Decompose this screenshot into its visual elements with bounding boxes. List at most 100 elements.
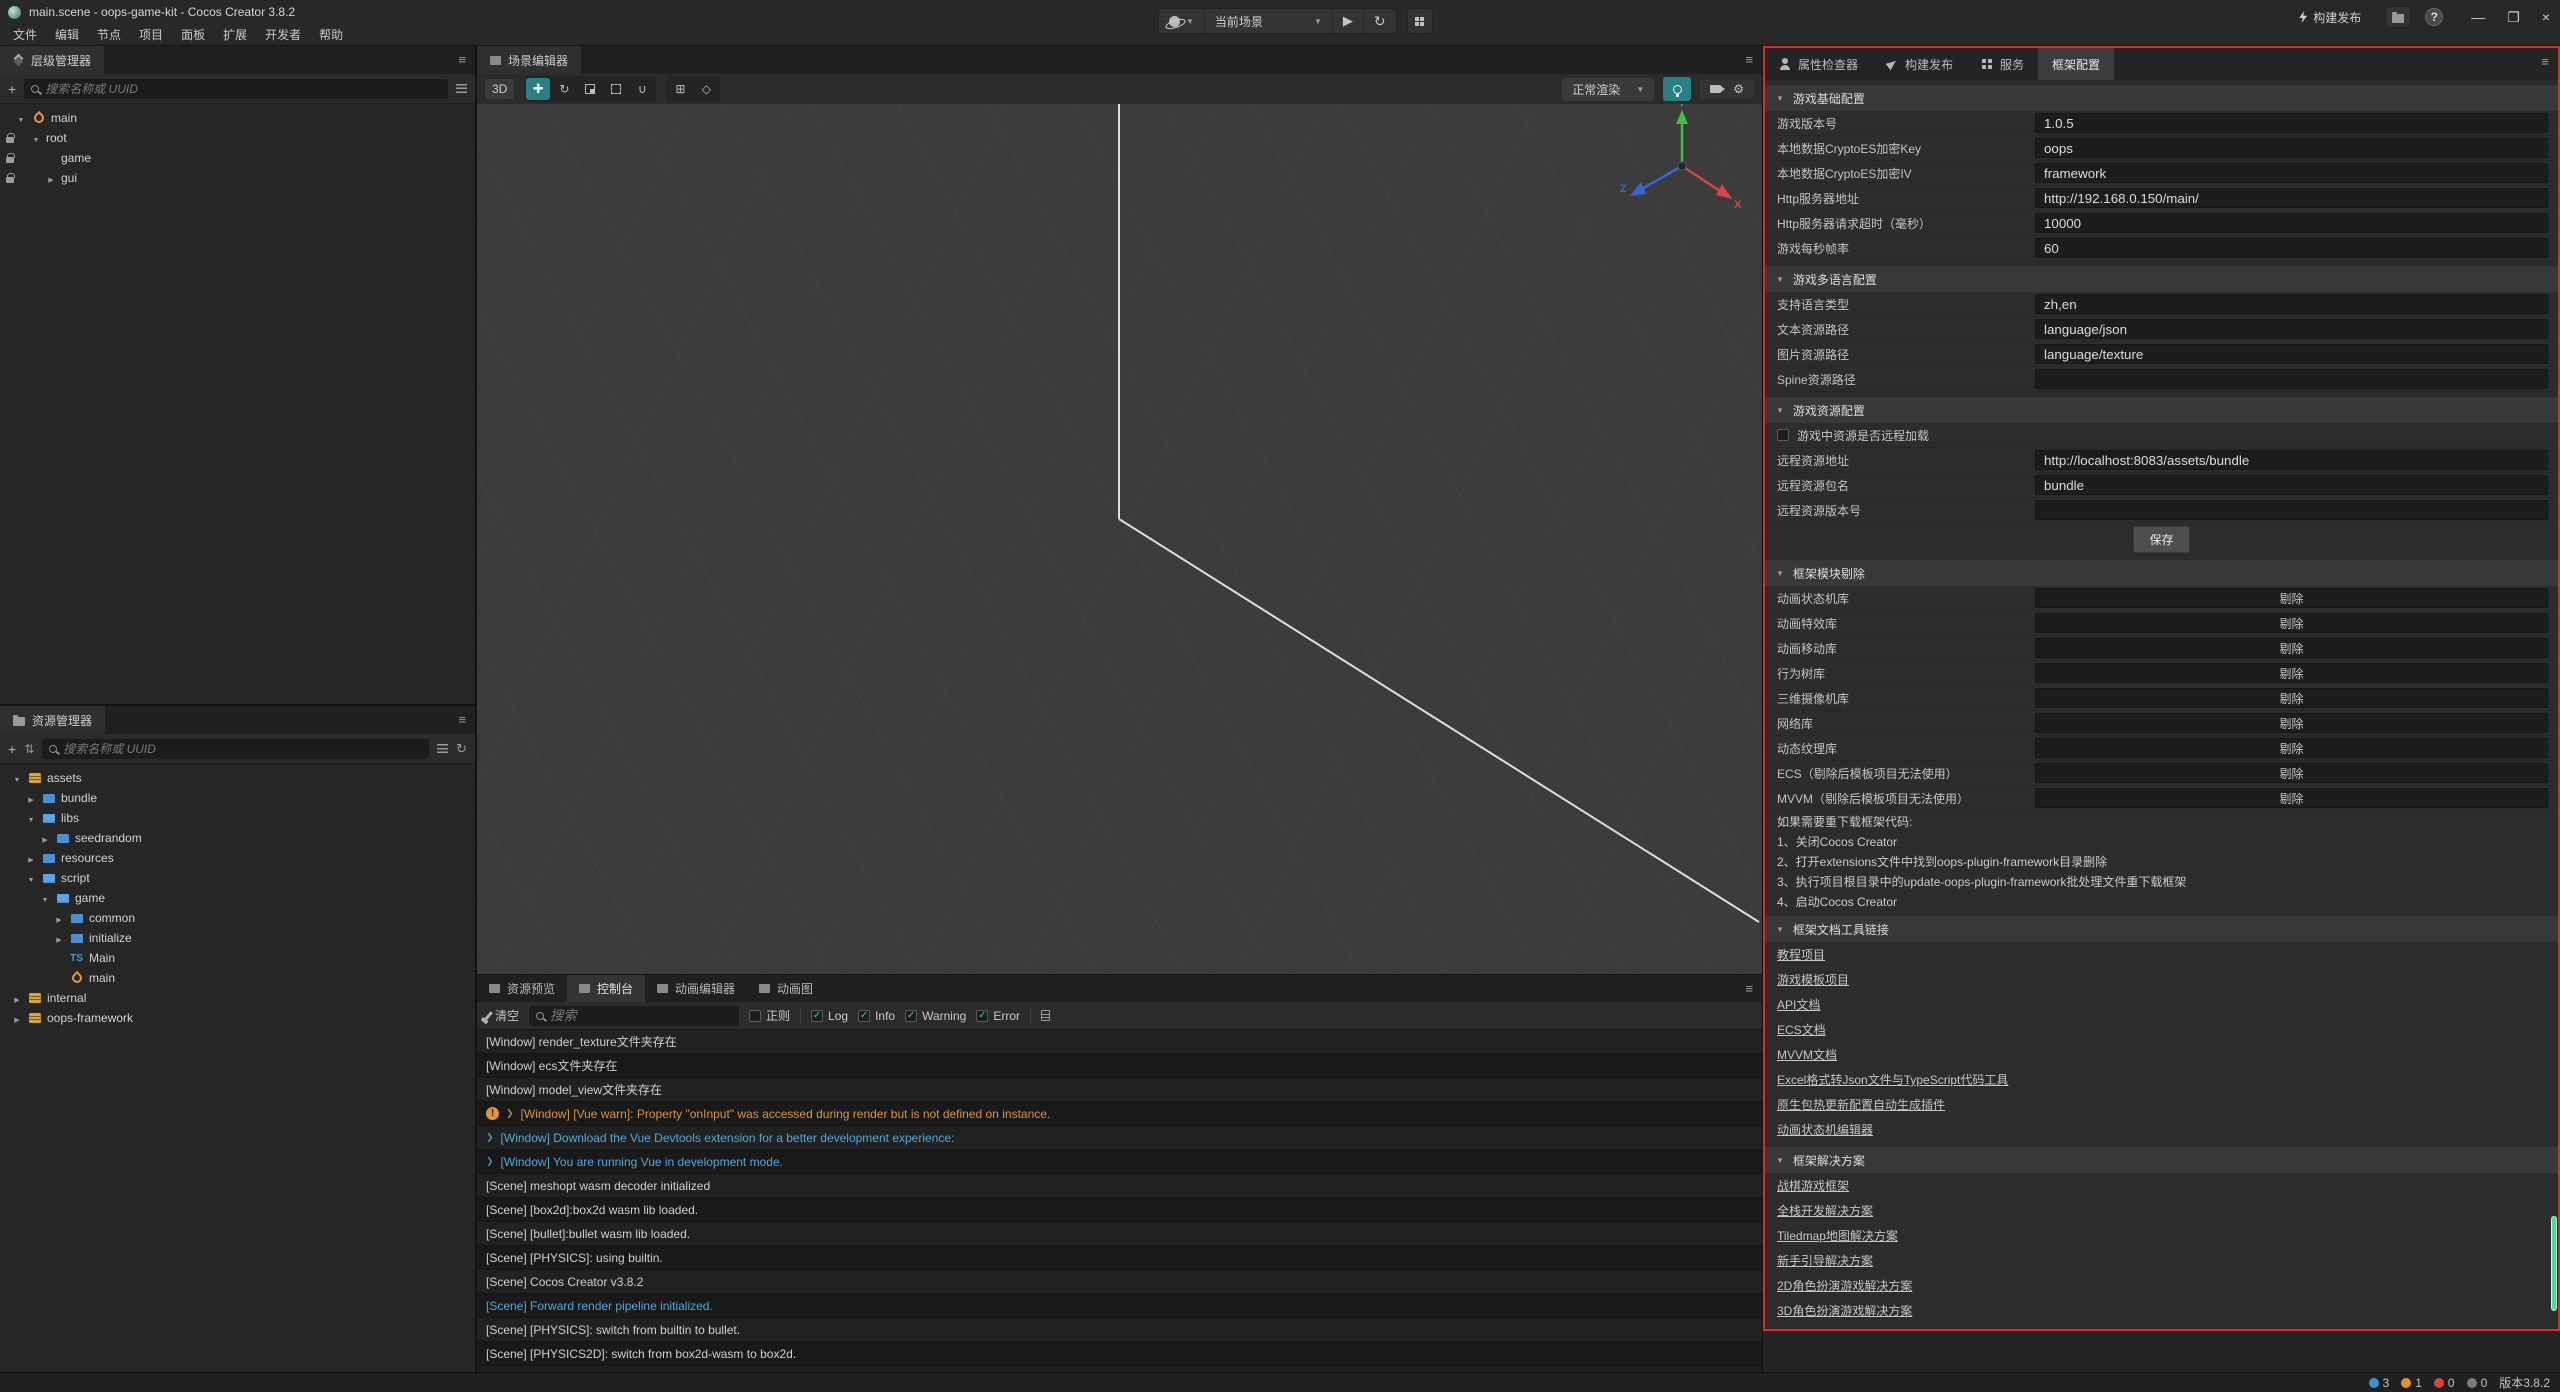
expand-chevron-icon[interactable]: [26, 791, 36, 805]
log-row[interactable]: ! ❯ [Window] Download the Vue Devtools e…: [477, 1126, 1762, 1150]
asset-node-row[interactable]: seedrandom: [0, 828, 475, 848]
build-publish-button[interactable]: 构建发布: [2289, 5, 2371, 30]
remove-module-button[interactable]: 剔除: [2035, 788, 2548, 808]
menu-item[interactable]: 扩展: [214, 24, 256, 45]
section-header-solutions[interactable]: ▼ 框架解决方案: [1765, 1147, 2558, 1173]
console-log-area[interactable]: ! ❯ [Window] render_texture文件夹存在 ! ❯ [Wi…: [477, 1030, 1762, 1372]
asset-node-row[interactable]: assets: [0, 768, 475, 788]
asset-node-row[interactable]: game: [0, 888, 475, 908]
remove-module-button[interactable]: 剔除: [2035, 638, 2548, 658]
lock-icon[interactable]: [6, 177, 14, 183]
view-gizmo[interactable]: Y X Z: [1620, 104, 1742, 211]
open-project-folder-button[interactable]: [2385, 6, 2411, 28]
info-count-badge[interactable]: 3: [2369, 1376, 2390, 1390]
field-input[interactable]: [2035, 344, 2548, 364]
remote-load-checkbox[interactable]: [1777, 429, 1789, 441]
expand-chevron-icon[interactable]: [26, 811, 36, 825]
expand-chevron-icon[interactable]: ❯: [506, 1108, 514, 1119]
log-row[interactable]: ! ❯ [Window] You are running Vue in deve…: [477, 1150, 1762, 1174]
doc-link[interactable]: 原生包热更新配置自动生成插件: [1777, 1096, 1945, 1113]
filter-checkbox[interactable]: [858, 1010, 870, 1022]
field-input[interactable]: [2035, 475, 2548, 495]
log-file-icon[interactable]: [1041, 1010, 1050, 1021]
hierarchy-tab[interactable]: 层级管理器: [0, 46, 104, 74]
menu-item[interactable]: 文件: [4, 24, 46, 45]
filter-checkbox[interactable]: [976, 1010, 988, 1022]
asset-node-row[interactable]: main: [0, 968, 475, 988]
section-header-basic[interactable]: ▼ 游戏基础配置: [1765, 85, 2558, 111]
solution-link[interactable]: 2D角色扮演游戏解决方案: [1777, 1277, 1912, 1294]
refresh-assets-icon[interactable]: ↻: [456, 741, 467, 757]
hierarchy-node-row[interactable]: main: [0, 108, 475, 128]
asset-node-row[interactable]: script: [0, 868, 475, 888]
save-button[interactable]: 保存: [2133, 526, 2189, 553]
asset-node-row[interactable]: resources: [0, 848, 475, 868]
anchor-tool-button[interactable]: ∪: [630, 78, 654, 100]
asset-node-row[interactable]: internal: [0, 988, 475, 1008]
inspector-scrollbar-thumb[interactable]: [2551, 1216, 2557, 1311]
notification-count-badge[interactable]: 0: [2467, 1376, 2488, 1390]
remove-module-button[interactable]: 剔除: [2035, 663, 2548, 683]
filter-checkbox[interactable]: [905, 1010, 917, 1022]
field-input[interactable]: [2035, 369, 2548, 389]
render-mode-select[interactable]: 正常渲染 ▼: [1562, 78, 1654, 101]
regex-checkbox-item[interactable]: 正则: [749, 1007, 790, 1024]
log-row[interactable]: ! ❯ [Window] model_view文件夹存在: [477, 1078, 1762, 1102]
expand-chevron-icon[interactable]: [26, 851, 36, 865]
log-row[interactable]: ! ❯ [Scene] Cocos Creator v3.8.2: [477, 1270, 1762, 1294]
camera-icon[interactable]: [1710, 85, 1721, 93]
asset-node-row[interactable]: initialize: [0, 928, 475, 948]
expand-chevron-icon[interactable]: [46, 171, 56, 185]
close-button[interactable]: ×: [2542, 9, 2550, 25]
expand-chevron-icon[interactable]: [12, 991, 22, 1005]
log-row[interactable]: ! ❯ [Window] [Vue warn]: Property "onInp…: [477, 1102, 1762, 1126]
minimize-button[interactable]: —: [2471, 9, 2485, 25]
inspector-tab[interactable]: 构建发布: [1872, 48, 1967, 80]
field-input[interactable]: [2035, 319, 2548, 339]
field-input[interactable]: [2035, 188, 2548, 208]
error-count-badge[interactable]: 0: [2434, 1376, 2455, 1390]
asset-node-row[interactable]: bundle: [0, 788, 475, 808]
field-input[interactable]: [2035, 450, 2548, 470]
remove-module-button[interactable]: 剔除: [2035, 713, 2548, 733]
platform-select[interactable]: ▼: [1159, 9, 1205, 33]
warning-count-badge[interactable]: 1: [2401, 1376, 2422, 1390]
grid-snap-button[interactable]: ⊞: [668, 78, 692, 100]
expand-chevron-icon[interactable]: [54, 911, 64, 925]
inspector-tab[interactable]: 服务: [1967, 48, 2038, 80]
remote-load-checkbox-row[interactable]: 游戏中资源是否远程加载: [1765, 423, 2558, 448]
menu-item[interactable]: 开发者: [256, 24, 310, 45]
expand-chevron-icon[interactable]: ❯: [486, 1156, 494, 1167]
scale-tool-button[interactable]: [578, 78, 602, 100]
expand-chevron-icon[interactable]: [12, 1011, 22, 1025]
gear-icon[interactable]: ⚙: [1733, 82, 1744, 96]
scene-tab[interactable]: 场景编辑器: [477, 46, 581, 74]
log-filter-item[interactable]: Log: [811, 1009, 848, 1023]
sort-assets-icon[interactable]: ⇅: [24, 742, 34, 756]
menu-item[interactable]: 面板: [172, 24, 214, 45]
doc-link[interactable]: 动画状态机编辑器: [1777, 1121, 1873, 1138]
scene-viewport[interactable]: Y X Z: [477, 104, 1762, 974]
asset-node-row[interactable]: common: [0, 908, 475, 928]
section-header-modules[interactable]: ▼ 框架模块剔除: [1765, 560, 2558, 586]
scene-menu-icon[interactable]: ≡: [1745, 52, 1753, 67]
remove-module-button[interactable]: 剔除: [2035, 613, 2548, 633]
field-input[interactable]: [2035, 138, 2548, 158]
restart-button[interactable]: ↻: [1364, 9, 1396, 33]
inspector-menu-icon[interactable]: ≡: [2541, 54, 2549, 69]
log-row[interactable]: ! ❯ [Scene] meshopt wasm decoder initial…: [477, 1174, 1762, 1198]
log-row[interactable]: ! ❯ [Scene] [bullet]:bullet wasm lib loa…: [477, 1222, 1762, 1246]
log-row[interactable]: ! ❯ [Scene] [PHYSICS]: switch from built…: [477, 1318, 1762, 1342]
field-input[interactable]: [2035, 294, 2548, 314]
doc-link[interactable]: 游戏模板项目: [1777, 971, 1849, 988]
assets-tab[interactable]: 资源管理器: [0, 706, 105, 734]
log-filter-item[interactable]: Error: [976, 1009, 1020, 1023]
asset-node-row[interactable]: Main: [0, 948, 475, 968]
console-tab[interactable]: 动画图: [747, 975, 825, 1002]
solution-link[interactable]: 新手引导解决方案: [1777, 1252, 1873, 1269]
remove-module-button[interactable]: 剔除: [2035, 588, 2548, 608]
menu-item[interactable]: 项目: [130, 24, 172, 45]
console-tab[interactable]: 动画编辑器: [645, 975, 747, 1002]
add-asset-button[interactable]: +: [8, 742, 16, 756]
assets-menu-icon[interactable]: ≡: [458, 712, 466, 727]
